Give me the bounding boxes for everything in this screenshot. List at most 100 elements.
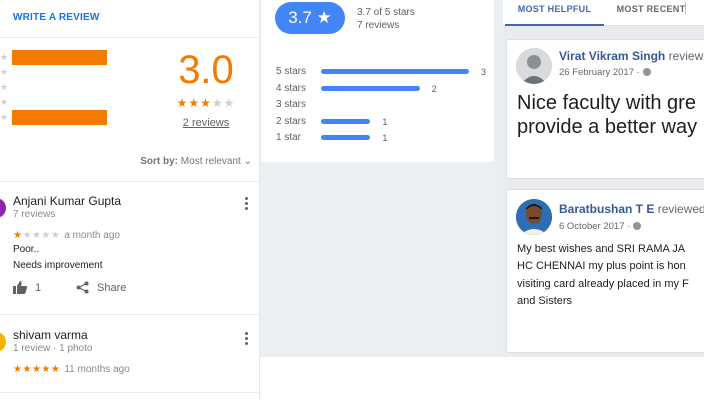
post-text: HC CHENNAI my plus point is hon (517, 260, 686, 272)
distribution-bar (321, 135, 371, 140)
like-count: 1 (35, 281, 42, 294)
rating-bar-fill (12, 50, 107, 65)
star-icon: ★ (176, 96, 189, 110)
post-date-text: 6 October 2017 · (559, 221, 631, 232)
more-options-icon[interactable] (241, 196, 251, 212)
distribution-count: 1 (382, 133, 388, 143)
sort-value: Most relevant (180, 156, 241, 167)
rating-summary-card: 3.7 ★ 3.7 of 5 stars 7 reviews 5 stars 3 4… (261, 0, 494, 162)
star-icon: ★ (200, 96, 212, 110)
post-date[interactable]: 26 February 2017 · (559, 67, 651, 78)
profile-photo (516, 199, 552, 235)
distribution-label: 4 stars (276, 82, 307, 94)
reviewer-meta: 7 reviews (13, 209, 56, 220)
post-author[interactable]: Baratbushan T E reviewed (559, 202, 704, 216)
average-score: 3.0 (178, 48, 234, 92)
thumbs-up-icon (13, 281, 27, 294)
divider (0, 392, 260, 393)
review-stars: ★★★★★ 11 months ago (13, 364, 130, 375)
avatar[interactable] (0, 198, 6, 218)
rating-bar-row: ★ (0, 65, 110, 80)
post-action: review (665, 49, 704, 63)
distribution-label: 1 star (276, 132, 302, 143)
review-text: Needs improvement (13, 260, 103, 271)
star-icon: ★ (22, 230, 32, 241)
reviewer-name[interactable]: Anjani Kumar Gupta (13, 194, 121, 208)
star-icon: ★ (0, 97, 9, 107)
distribution-label: 3 stars (276, 99, 307, 110)
avatar[interactable] (516, 199, 552, 235)
star-icon: ★ (0, 67, 9, 77)
review-stars: ★★★★★ a month ago (13, 230, 120, 241)
star-icon: ★ (41, 364, 51, 375)
post-text: visiting card already placed in my F (517, 278, 689, 290)
review-post: Baratbushan T E reviewed 6 October 2017 … (506, 189, 704, 353)
post-text: Nice faculty with gre (517, 92, 696, 114)
distribution-row: 5 stars 3 (276, 66, 486, 78)
rating-summary: 3.7 of 5 stars 7 reviews (357, 6, 415, 32)
tab-separator (685, 2, 686, 14)
write-review-link[interactable]: WRITE A REVIEW (13, 12, 100, 23)
star-icon: ★ (223, 96, 236, 110)
distribution-count: 1 (382, 116, 388, 127)
author-name[interactable]: Baratbushan T E (559, 202, 654, 216)
divider (0, 37, 260, 38)
rating-bar-row: ★ (0, 95, 110, 110)
rating-summary-score: 3.7 of 5 stars (357, 7, 415, 18)
star-icon: ★ (41, 230, 51, 241)
tab-most-recent[interactable]: MOST RECENT (606, 0, 696, 26)
rating-bar-row: ★ (0, 80, 110, 95)
star-icon: ★ (0, 112, 9, 122)
avatar[interactable] (516, 48, 552, 84)
distribution-row: 3 stars (276, 99, 486, 111)
post-text: and Sisters (517, 295, 573, 307)
distribution-row: 2 stars 1 (276, 116, 486, 128)
page-bottom-area (260, 357, 704, 400)
rating-distribution-bars: ★ ★ ★ ★ ★ (0, 49, 110, 127)
star-icon: ★ (0, 82, 9, 92)
globe-icon (633, 222, 642, 230)
rating-pill: 3.7 ★ (275, 2, 345, 34)
post-date-text: 26 February 2017 · (559, 67, 640, 78)
rating-bar-row: ★ (0, 50, 110, 65)
sort-label: Sort by: (140, 156, 179, 167)
star-icon: ★ (22, 364, 32, 375)
like-button[interactable]: 1 (13, 281, 41, 294)
rating-bar-row: ★ (0, 110, 110, 125)
post-text: My best wishes and SRI RAMA JA (517, 243, 686, 255)
rating-bar-fill (12, 110, 107, 125)
more-options-icon[interactable] (241, 331, 251, 347)
star-icon: ★ (0, 52, 9, 62)
review-item: Anjani Kumar Gupta 7 reviews ★★★★★ a mont… (0, 182, 260, 314)
share-icon (76, 281, 89, 294)
globe-icon (642, 68, 651, 76)
share-button[interactable]: Share (76, 281, 126, 294)
sort-dropdown[interactable]: Sort by: Most relevant ⌄ (140, 156, 252, 167)
post-author[interactable]: Virat Vikram Singh review (559, 49, 703, 63)
review-post: Virat Vikram Singh review 26 February 20… (506, 39, 704, 179)
review-text: Poor.. (13, 244, 40, 255)
distribution-count: 2 (431, 83, 437, 94)
post-text: provide a better way (517, 116, 698, 138)
chevron-down-icon: ⌄ (243, 156, 252, 167)
star-icon: ★ (31, 364, 42, 375)
rating-summary-count: 7 reviews (357, 20, 400, 31)
share-label: Share (97, 281, 127, 294)
distribution-bar (321, 118, 371, 124)
star-icon: ★ (188, 96, 201, 110)
reviewer-name[interactable]: shivam varma (13, 328, 88, 342)
author-name[interactable]: Virat Vikram Singh (559, 49, 665, 63)
reviews-count-link[interactable]: 2 reviews (170, 117, 242, 129)
distribution-row: 4 stars 2 (276, 83, 486, 95)
avatar[interactable] (0, 332, 6, 352)
post-date[interactable]: 6 October 2017 · (559, 221, 642, 232)
tab-most-helpful[interactable]: MOST HELPFUL (505, 0, 604, 26)
post-action: reviewed (654, 202, 704, 216)
google-reviews-panel: WRITE A REVIEW ★ ★ ★ ★ ★ 3.0 ★★★★★ 2 rev… (0, 0, 260, 400)
distribution-count: 3 (481, 67, 487, 77)
review-item: shivam varma 1 review · 1 photo ★★★★★ 11 … (0, 315, 260, 400)
profile-photo (516, 48, 552, 84)
star-icon: ★ (50, 230, 61, 241)
distribution-row: 1 star 1 (276, 132, 486, 144)
review-tabs: MOST HELPFUL MOST RECENT (503, 0, 704, 26)
